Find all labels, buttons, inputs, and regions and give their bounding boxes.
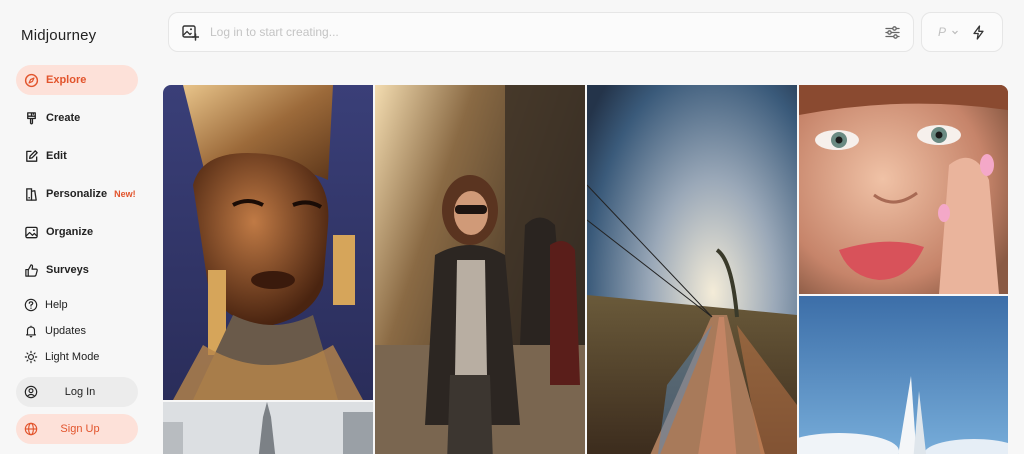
nav-explore[interactable]: Explore	[16, 65, 138, 95]
gallery-image-sailboat-sky[interactable]	[799, 296, 1008, 454]
help-label: Help	[45, 299, 68, 311]
brush-icon	[24, 111, 39, 126]
personalize-icon	[24, 187, 39, 202]
sun-icon	[24, 350, 38, 364]
light-mode-toggle[interactable]: Light Mode	[16, 346, 138, 368]
help-link[interactable]: Help	[16, 294, 138, 316]
updates-label: Updates	[45, 325, 86, 337]
gallery-image-tower-rain[interactable]	[163, 402, 373, 454]
add-image-icon[interactable]	[181, 23, 199, 41]
nav-explore-label: Explore	[46, 74, 87, 86]
personalization-toggle[interactable]: P	[938, 25, 946, 39]
bell-icon	[24, 324, 38, 338]
help-icon	[24, 298, 38, 312]
thumbs-up-icon	[24, 263, 39, 278]
gallery-image-freckled-face-closeup[interactable]	[799, 85, 1008, 294]
nav-surveys[interactable]: Surveys	[16, 255, 138, 285]
login-button[interactable]: Log In	[16, 377, 138, 407]
image-icon	[24, 225, 39, 240]
sidebar: Midjourney Explore Create Edit Personali…	[0, 0, 150, 454]
nav-edit-label: Edit	[46, 150, 67, 162]
toolbox: P	[921, 12, 1003, 52]
gallery-image-motion-blur-sky-road[interactable]	[587, 85, 797, 454]
prompt-bar[interactable]	[168, 12, 914, 52]
nav-personalize[interactable]: Personalize New!	[16, 179, 138, 209]
light-mode-label: Light Mode	[45, 351, 100, 363]
user-icon	[24, 385, 38, 399]
chevron-down-icon[interactable]	[951, 28, 959, 36]
explore-gallery	[163, 85, 1008, 454]
updates-link[interactable]: Updates	[16, 320, 138, 342]
lightning-icon[interactable]	[971, 24, 986, 40]
brand-logo[interactable]: Midjourney	[21, 27, 96, 44]
nav-surveys-label: Surveys	[46, 264, 89, 276]
edit-icon	[24, 149, 39, 164]
gallery-image-city-street-woman[interactable]	[375, 85, 585, 454]
compass-icon	[24, 73, 39, 88]
prompt-input[interactable]	[210, 25, 850, 39]
settings-sliders-icon[interactable]	[884, 24, 901, 41]
signup-button[interactable]: Sign Up	[16, 414, 138, 444]
nav-create-label: Create	[46, 112, 81, 124]
nav-organize-label: Organize	[46, 226, 94, 238]
nav-personalize-label: Personalize	[46, 188, 108, 200]
nav-create[interactable]: Create	[16, 103, 138, 133]
nav-edit[interactable]: Edit	[16, 141, 138, 171]
nav-organize[interactable]: Organize	[16, 217, 138, 247]
gallery-image-gold-headdress-portrait[interactable]	[163, 85, 373, 400]
globe-icon	[24, 422, 38, 436]
new-badge: New!	[114, 189, 136, 199]
